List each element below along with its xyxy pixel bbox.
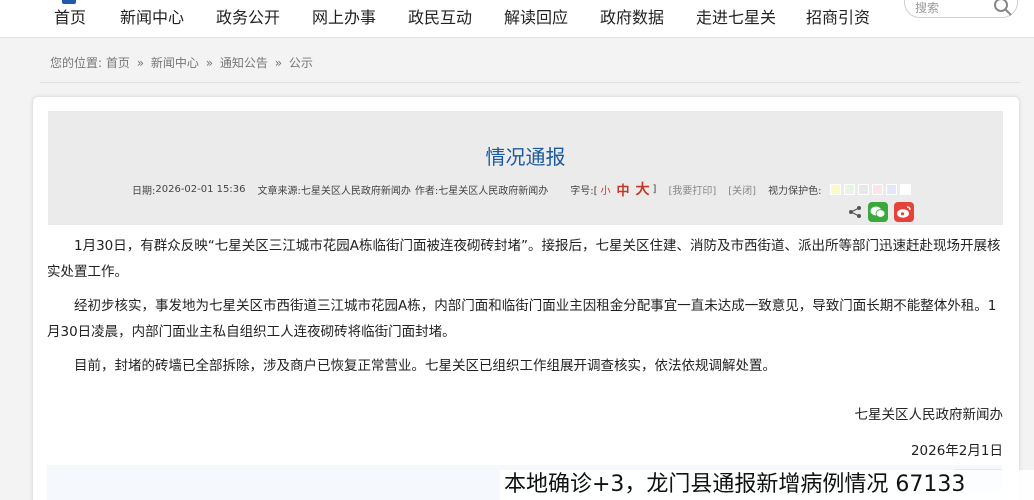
nav-item-interpretation[interactable]: 解读回应 (504, 0, 600, 38)
close-link[interactable]: [关闭] (728, 182, 756, 197)
nav-item-interaction[interactable]: 政民互动 (408, 0, 504, 38)
article-paragraph: 经初步核实，事发地为七星关区市西街道三江城市花园A栋，内部门面和临街门面业主因租… (47, 298, 997, 340)
eye-color-swatch[interactable] (844, 183, 856, 195)
search-box (904, 0, 1018, 18)
article-signature: 七星关区人民政府新闻办 (854, 407, 1004, 423)
meta-author-label: 作者: (414, 185, 439, 197)
article-title: 情况通报 (485, 145, 566, 169)
nav-item-news[interactable]: 新闻中心 (120, 0, 216, 38)
eye-color-swatch[interactable] (886, 183, 898, 195)
eye-color-swatch[interactable] (872, 183, 884, 195)
nav-item-about[interactable]: 走进七星关 (696, 0, 806, 38)
article-body: 1月30日，有群众反映“七星关区三江城市花园A栋临街门面被连夜砌砖封堵”。接报后… (47, 233, 1007, 387)
meta-date: 2026-02-01 15:36 (155, 183, 246, 195)
eye-color-swatch[interactable] (858, 183, 870, 195)
share-bar (848, 201, 914, 223)
search-input[interactable] (915, 0, 985, 17)
wechat-icon[interactable] (868, 202, 888, 222)
breadcrumb-item-notices[interactable]: 通知公告 (220, 56, 268, 70)
overlay-caption: 本地确诊+3，龙门县通报新增病例情况 67133 (500, 470, 1034, 500)
breadcrumb: 您的位置: 首页 » 新闻中心 » 通知公告 » 公示 (50, 54, 313, 71)
eye-color-swatch[interactable] (900, 183, 912, 195)
breadcrumb-item-home[interactable]: 首页 (106, 56, 130, 70)
print-link[interactable]: [我要打印] (668, 182, 716, 197)
eye-protect-label: 视力保护色: (768, 185, 822, 197)
nav-list: 首页 新闻中心 政务公开 网上办事 政民互动 解读回应 政府数据 走进七星关 招… (54, 0, 902, 38)
breadcrumb-item-public[interactable]: 公示 (289, 56, 313, 70)
fontsize-medium-button[interactable]: 中 (614, 180, 633, 199)
breadcrumb-separator: » (274, 56, 283, 70)
search-icon[interactable] (993, 0, 1013, 17)
breadcrumb-item-news[interactable]: 新闻中心 (151, 56, 199, 70)
article-card: 情况通报 日期: 2026-02-01 15:36 文章来源: 七星关区人民政府… (32, 96, 1020, 500)
meta-author: 七星关区人民政府新闻办 (438, 185, 549, 197)
article-meta: 日期: 2026-02-01 15:36 文章来源: 七星关区人民政府新闻办 作… (132, 179, 912, 199)
breadcrumb-divider (40, 82, 1020, 83)
article-paragraph: 目前，封堵的砖墙已全部拆除，涉及商户已恢复正常营业。七星关区已组织工作组展开调查… (74, 358, 776, 374)
fontsize-small-button[interactable]: 小 (598, 182, 614, 197)
article-paragraph: 1月30日，有群众反映“七星关区三江城市花园A栋临街门面被连夜砌砖封堵”。接报后… (47, 238, 1001, 280)
meta-source-label: 文章来源: (257, 185, 301, 197)
top-nav: 首页 新闻中心 政务公开 网上办事 政民互动 解读回应 政府数据 走进七星关 招… (0, 0, 1034, 38)
article-sign-date: 2026年2月1日 (910, 443, 1003, 459)
fontsize-large-button[interactable]: 大 (633, 179, 653, 199)
meta-source: 七星关区人民政府新闻办 (300, 185, 411, 197)
eye-color-swatch[interactable] (830, 183, 842, 195)
share-icon[interactable] (848, 205, 862, 219)
nav-item-gov-data[interactable]: 政府数据 (600, 0, 696, 38)
breadcrumb-prefix: 您的位置: (50, 56, 103, 70)
weibo-icon[interactable] (894, 202, 914, 222)
article-header: 情况通报 日期: 2026-02-01 15:36 文章来源: 七星关区人民政府… (48, 111, 1003, 225)
fontsize-label: 字号:[ (570, 185, 598, 197)
nav-item-investment[interactable]: 招商引资 (806, 0, 902, 38)
fontsize-close-bracket: ] (652, 183, 657, 195)
breadcrumb-separator: » (205, 56, 214, 70)
nav-item-online-services[interactable]: 网上办事 (312, 0, 408, 38)
meta-date-label: 日期: (132, 185, 156, 197)
nav-item-home[interactable]: 首页 (54, 0, 120, 38)
breadcrumb-separator: » (136, 56, 145, 70)
nav-item-gov-affairs[interactable]: 政务公开 (216, 0, 312, 38)
